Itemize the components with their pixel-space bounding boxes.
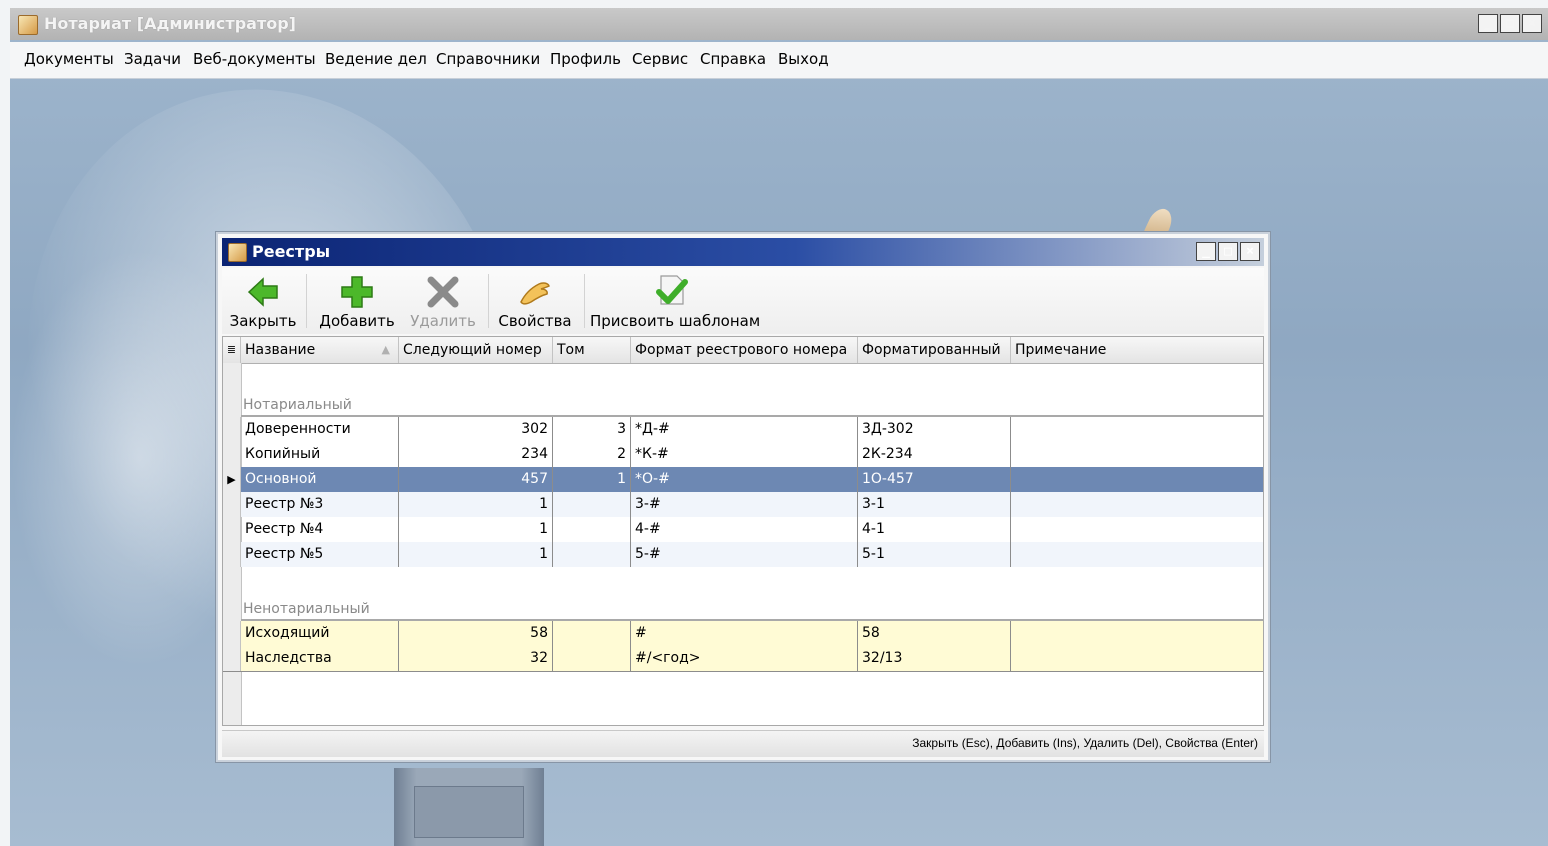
document-check-icon — [656, 275, 688, 305]
app-title: Нотариат [Администратор] — [44, 14, 296, 33]
hand-icon — [520, 282, 550, 305]
background-pedestal-decoration — [394, 768, 544, 846]
table-row[interactable]: Копийный 234 2 *К-# 2К-234 — [223, 442, 1263, 467]
dialog-titlebar: Реестры _ □ × — [222, 238, 1264, 266]
dialog-icon — [228, 243, 247, 262]
arrow-left-icon — [247, 277, 278, 307]
registries-grid: ≣ Название ▲ Следующий номер Том Формат … — [222, 336, 1264, 726]
menu-web-documents[interactable]: Веб-документы — [193, 50, 316, 68]
toolbar-separator — [584, 274, 585, 328]
app-maximize-button[interactable]: □ — [1500, 14, 1520, 33]
properties-button[interactable]: Свойства — [494, 268, 576, 334]
plus-icon — [341, 276, 373, 308]
toolbar-separator — [306, 274, 307, 328]
app-minimize-button[interactable]: _ — [1478, 14, 1498, 33]
delete-button-label: Удалить — [410, 312, 476, 330]
menu-case-management[interactable]: Ведение дел — [325, 50, 427, 68]
dialog-title: Реестры — [252, 242, 331, 261]
menu-profile[interactable]: Профиль — [550, 50, 621, 68]
group-header-notarial[interactable]: Нотариальный — [241, 363, 1263, 417]
table-row[interactable]: Реестр №4 1 4-# 4-1 — [223, 517, 1263, 542]
current-row-arrow-icon: ▶ — [223, 467, 241, 492]
app-window-controls: _ □ × — [1478, 14, 1542, 33]
sort-ascending-icon: ▲ — [381, 343, 390, 356]
delete-x-icon — [427, 276, 459, 308]
menu-documents[interactable]: Документы — [24, 50, 114, 68]
column-header-formatted[interactable]: Форматированный — [858, 337, 1011, 363]
app-icon — [18, 15, 38, 35]
table-row[interactable]: Наследства 32 #/<год> 32/13 — [223, 646, 1263, 672]
menubar: Документы Задачи Веб-документы Ведение д… — [10, 42, 1548, 79]
close-button[interactable]: Закрыть — [226, 268, 300, 334]
table-row[interactable]: Исходящий 58 # 58 — [223, 621, 1263, 646]
keyboard-shortcuts-hint: Закрыть (Esc), Добавить (Ins), Удалить (… — [912, 736, 1258, 750]
menu-service[interactable]: Сервис — [632, 50, 688, 68]
menu-tasks[interactable]: Задачи — [124, 50, 181, 68]
grid-header: ≣ Название ▲ Следующий номер Том Формат … — [223, 337, 1263, 364]
menu-exit[interactable]: Выход — [778, 50, 829, 68]
add-button-label: Добавить — [319, 312, 395, 330]
app-close-button[interactable]: × — [1522, 14, 1542, 33]
table-row[interactable]: Реестр №3 1 3-# 3-1 — [223, 492, 1263, 517]
column-header-next-number[interactable]: Следующий номер — [399, 337, 553, 363]
close-button-label: Закрыть — [229, 312, 297, 330]
dialog-minimize-button[interactable]: _ — [1196, 242, 1216, 261]
column-chooser-icon[interactable]: ≣ — [223, 337, 241, 363]
dialog-window-controls: _ □ × — [1196, 242, 1260, 261]
column-header-name-label: Название — [245, 342, 316, 358]
delete-button[interactable]: Удалить — [406, 268, 480, 334]
assign-to-templates-label: Присвоить шаблонам — [590, 312, 761, 330]
column-header-note[interactable]: Примечание — [1011, 337, 1263, 363]
table-row[interactable]: Доверенности 302 3 *Д-# 3Д-302 — [223, 417, 1263, 442]
dialog-toolbar: Закрыть Добавить Удалить Свойства Присво… — [222, 268, 1264, 334]
column-header-name[interactable]: Название ▲ — [241, 337, 399, 363]
add-button[interactable]: Добавить — [314, 268, 400, 334]
group-label: Нотариальный — [243, 397, 352, 413]
column-header-volume[interactable]: Том — [553, 337, 631, 363]
toolbar-separator — [488, 274, 489, 328]
app-titlebar: Нотариат [Администратор] _ □ × — [10, 8, 1548, 40]
table-row-selected[interactable]: ▶ Основной 457 1 *О-# 1О-457 — [223, 467, 1263, 492]
group-header-nonnotarial[interactable]: Ненотариальный — [241, 567, 1263, 621]
group-label: Ненотариальный — [243, 601, 370, 617]
registries-dialog: Реестры _ □ × Закрыть Добавить Удалить С… — [216, 232, 1270, 762]
dialog-close-button[interactable]: × — [1240, 242, 1260, 261]
assign-to-templates-button[interactable]: Присвоить шаблонам — [590, 268, 761, 334]
table-row[interactable]: Реестр №5 1 5-# 5-1 — [223, 542, 1263, 567]
menu-help[interactable]: Справка — [700, 50, 766, 68]
column-header-number-format[interactable]: Формат реестрового номера — [631, 337, 858, 363]
menu-references[interactable]: Справочники — [436, 50, 540, 68]
dialog-maximize-button[interactable]: □ — [1218, 242, 1238, 261]
properties-button-label: Свойства — [498, 312, 572, 330]
dialog-statusbar: Закрыть (Esc), Добавить (Ins), Удалить (… — [222, 730, 1264, 757]
